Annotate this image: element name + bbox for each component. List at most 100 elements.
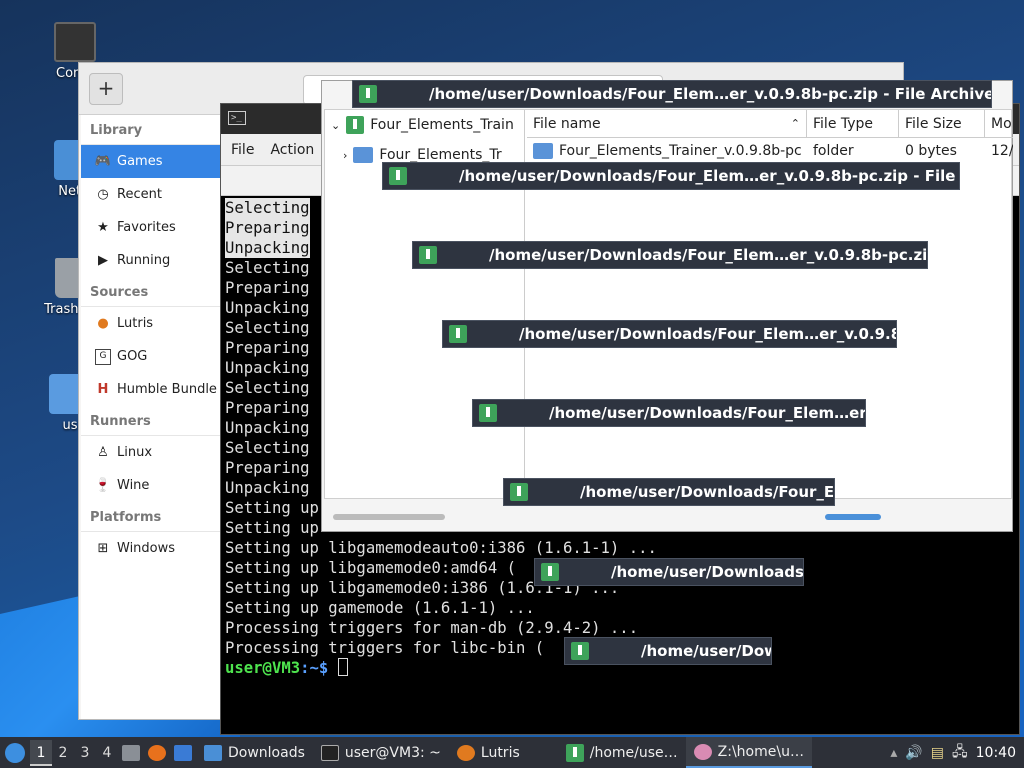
start-menu-button[interactable] xyxy=(0,737,30,768)
task-wine-app[interactable]: Z:\home\u… xyxy=(685,737,812,768)
firefox-launcher[interactable] xyxy=(144,740,170,766)
lutris-icon: ● xyxy=(97,316,109,331)
terminal-line-text: Preparing xyxy=(225,279,310,297)
horizontal-scrollbar[interactable] xyxy=(825,514,881,520)
sidebar-item-humble-bundle[interactable]: H Humble Bundle xyxy=(81,373,220,406)
file-archiver-window: ⌄ Four_Elements_Train › Four_Elements_Tr… xyxy=(321,80,1013,532)
column-file-type[interactable]: File Type xyxy=(807,110,899,137)
zip-icon xyxy=(449,325,467,343)
workspace-4[interactable]: 4 xyxy=(96,740,118,766)
chevron-right-icon[interactable]: › xyxy=(343,149,347,162)
column-file-size[interactable]: File Size xyxy=(899,110,985,137)
terminal-line-text: Unpacking xyxy=(225,359,310,377)
sidebar-item-linux[interactable]: ♙ Linux xyxy=(81,436,220,469)
terminal-line-text: Selecting xyxy=(225,439,310,457)
zip-icon xyxy=(389,167,407,185)
add-game-button[interactable]: + xyxy=(89,73,123,105)
column-file-name[interactable]: File name ⌃ xyxy=(527,110,807,137)
window-title: /home/user/Dowr xyxy=(641,642,772,660)
table-row[interactable]: Four_Elements_Trainer_v.0.9.8b-pc folder… xyxy=(527,138,1013,164)
ghost-titlebar: /home/user/Downloads/Four_Elem…er_v.0.9.… xyxy=(382,162,960,190)
show-desktop-button[interactable] xyxy=(170,740,196,766)
tree-item-label: Four_Elements_Train xyxy=(370,117,514,133)
terminal-line-text: Processing triggers for libc-bin ( xyxy=(225,639,545,657)
sidebar-item-lutris[interactable]: ● Lutris xyxy=(81,307,220,340)
column-modified[interactable]: Mo xyxy=(985,110,1013,137)
task-lutris[interactable]: Lutris xyxy=(449,737,528,768)
ghost-titlebar: /home/user/Downloads/Four_Elem…er_v xyxy=(472,399,866,427)
sidebar-item-label: GOG xyxy=(117,349,148,364)
sidebar-heading-platforms: Platforms xyxy=(81,502,220,532)
gog-icon: G xyxy=(95,348,111,365)
menu-file[interactable]: File xyxy=(231,142,254,158)
sidebar-item-windows[interactable]: ⊞ Windows xyxy=(81,532,220,565)
sidebar-item-label: Linux xyxy=(117,445,153,460)
folder-icon xyxy=(533,143,553,159)
tree-item-archive[interactable]: ⌄ Four_Elements_Train xyxy=(325,110,524,140)
sidebar-item-label: Lutris xyxy=(117,316,154,331)
chevron-down-icon[interactable]: ⌄ xyxy=(331,119,340,132)
terminal-line-text: Processing triggers for man-db (2.9.4-2)… xyxy=(225,619,639,637)
archiver-titlebar[interactable]: /home/user/Downloads/Four_Elem…er_v.0.9.… xyxy=(352,80,992,108)
task-terminal[interactable]: user@VM3: ~ xyxy=(313,737,449,768)
sidebar-item-favorites[interactable]: ★ Favorites xyxy=(81,211,220,244)
terminal-line-text: Unpacking xyxy=(225,479,310,497)
scroll-up-icon[interactable]: ▴ xyxy=(890,745,897,761)
sidebar-item-recent[interactable]: ◷ Recent xyxy=(81,178,220,211)
wine-app-icon xyxy=(693,743,712,760)
tree-item-label: Four_Elements_Tr xyxy=(379,147,502,163)
clipboard-icon[interactable]: ▤ xyxy=(931,745,944,761)
window-title: /home/user/Downloads/Four_Elem…er_v.0.9.… xyxy=(489,246,928,264)
sidebar-item-label: Running xyxy=(117,253,171,268)
window-title: /home/user/Downloads/Four_Elem…er_v xyxy=(549,404,866,422)
window-title: /home/user/Downloads/Four_Elem…er_v.0.9.… xyxy=(459,167,960,185)
terminal-line-text: Setting up libgamemode0:amd64 ( xyxy=(225,559,517,577)
sidebar-item-label: Games xyxy=(117,154,163,169)
terminal-icon: >_ xyxy=(228,111,246,125)
workspace-1[interactable]: 1 xyxy=(30,739,52,766)
sidebar-heading-runners: Runners xyxy=(81,406,220,436)
cell-file-type: folder xyxy=(813,143,854,159)
terminal-line-text: Preparing xyxy=(225,399,310,417)
windows-icon: ⊞ xyxy=(97,541,109,556)
ghost-titlebar: /home/user/Dowr xyxy=(564,637,772,665)
terminal-line: Setting up gamemode (1.6.1-1) ... xyxy=(225,598,1015,618)
sidebar-item-games[interactable]: 🎮 Games xyxy=(81,145,220,178)
volume-icon[interactable]: 🔊 xyxy=(905,745,922,761)
task-downloads[interactable]: Downloads xyxy=(196,737,313,768)
window-title: /home/user/Downloads/Four_Elem…er_v.0.9.… xyxy=(429,85,992,103)
wine-icon: 🍷 xyxy=(94,478,112,493)
sidebar-heading-library: Library xyxy=(81,115,220,145)
terminal-line-text: Setting up libgamemodeauto0:i386 (1.6.1-… xyxy=(225,539,657,557)
network-icon[interactable]: 🖧 xyxy=(952,741,968,765)
file-list-header: File name ⌃ File Type File Size Mo xyxy=(527,110,1013,138)
file-manager-launcher[interactable] xyxy=(118,740,144,766)
lutris-icon xyxy=(456,744,475,761)
humble-icon: H xyxy=(97,382,109,397)
menu-actions[interactable]: Action xyxy=(270,142,314,158)
task-file-archiver[interactable]: /home/use… xyxy=(558,737,686,768)
terminal-line-text: Setting up gamemode (1.6.1-1) ... xyxy=(225,599,535,617)
terminal-line-text: Unpacking xyxy=(225,299,310,317)
workspace-2[interactable]: 2 xyxy=(52,740,74,766)
firefox-icon xyxy=(148,744,166,761)
terminal-line-text: Selecting xyxy=(225,259,310,277)
sidebar-item-wine[interactable]: 🍷 Wine xyxy=(81,469,220,502)
zip-icon xyxy=(359,85,377,103)
workspace-3[interactable]: 3 xyxy=(74,740,96,766)
sidebar-item-running[interactable]: ▶ Running xyxy=(81,244,220,277)
sidebar-item-gog[interactable]: G GOG xyxy=(81,340,220,373)
folder-icon xyxy=(204,744,222,761)
clock[interactable]: 10:40 xyxy=(976,745,1016,761)
zip-icon xyxy=(479,404,497,422)
cell-file-name: Four_Elements_Trainer_v.0.9.8b-pc xyxy=(527,138,807,164)
gamepad-icon: 🎮 xyxy=(94,154,112,169)
terminal-line-text: Setting up xyxy=(225,519,319,537)
zip-icon xyxy=(419,246,437,264)
sidebar-item-label: Recent xyxy=(117,187,162,202)
terminal-line-text: Selecting xyxy=(225,379,310,397)
horizontal-scrollbar[interactable] xyxy=(333,514,445,520)
computer-icon xyxy=(54,22,96,62)
zip-icon xyxy=(565,743,584,762)
zip-icon xyxy=(571,642,589,660)
